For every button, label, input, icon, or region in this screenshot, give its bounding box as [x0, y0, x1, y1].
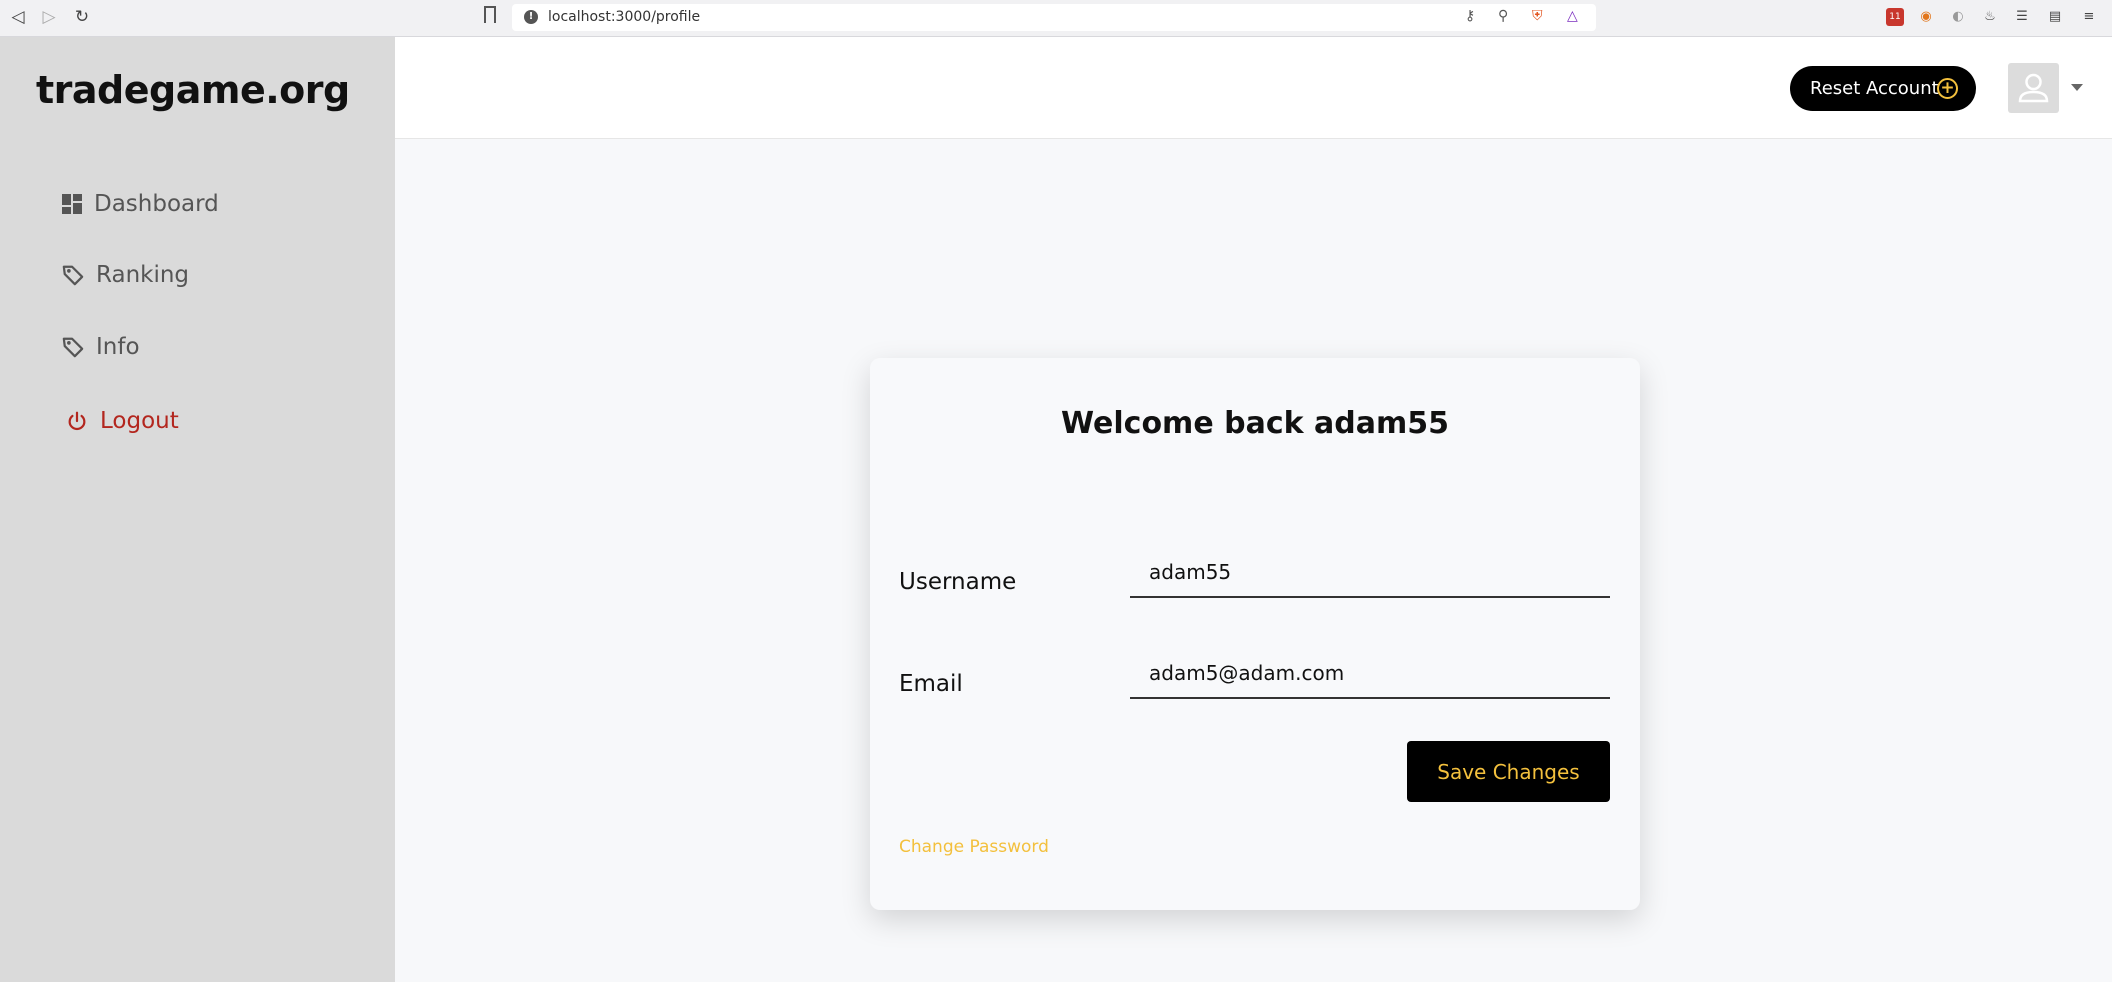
address-bar[interactable]: ! localhost:3000/profile ⚷ ⚲ ⛨ △	[512, 4, 1596, 31]
sidebar-item-label: Info	[96, 334, 140, 360]
menu-icon[interactable]: ≡	[2080, 8, 2098, 26]
user-icon	[2018, 73, 2049, 103]
browser-toolbar: ◁ ▷ ↻ ! localhost:3000/profile ⚷ ⚲ ⛨ △ 1…	[0, 0, 2112, 37]
tag-icon	[62, 265, 84, 286]
bookmark-icon[interactable]	[484, 6, 496, 23]
sidebar-item-logout[interactable]: Logout	[66, 404, 179, 438]
reset-account-button[interactable]: Reset Account +	[1790, 66, 1976, 111]
power-icon	[68, 411, 86, 431]
sidebar-item-label: Logout	[100, 408, 179, 434]
brand-logo[interactable]: tradegame.org	[36, 68, 350, 112]
brave-shield-icon[interactable]: ⛨	[1532, 8, 1543, 24]
username-label: Username	[899, 569, 1017, 595]
back-icon[interactable]: ◁	[8, 7, 28, 27]
url-text: localhost:3000/profile	[548, 9, 701, 25]
metamask-icon[interactable]: ◉	[1917, 8, 1935, 26]
email-label: Email	[899, 671, 963, 697]
forward-icon[interactable]: ▷	[39, 7, 59, 27]
brave-rewards-icon[interactable]: △	[1567, 8, 1578, 24]
playlist-icon[interactable]: ☰	[2013, 8, 2031, 26]
sidebar-item-info[interactable]: Info	[62, 330, 140, 364]
chevron-down-icon[interactable]	[2071, 84, 2083, 91]
extension-icon[interactable]: ◐	[1949, 8, 1967, 26]
site-info-icon[interactable]: !	[524, 10, 538, 24]
profile-card: Welcome back adam55 Username Email Save …	[870, 358, 1640, 910]
zoom-icon[interactable]: ⚲	[1498, 8, 1508, 24]
sidebar-item-ranking[interactable]: Ranking	[62, 258, 189, 292]
top-header: Reset Account +	[395, 37, 2112, 139]
plus-circle-icon: +	[1937, 78, 1958, 99]
reset-account-label: Reset Account	[1810, 78, 1939, 99]
sidebar-item-dashboard[interactable]: Dashboard	[62, 187, 219, 221]
save-changes-button[interactable]: Save Changes	[1407, 741, 1610, 802]
sidebar: tradegame.org Dashboard Ranking Info Log…	[0, 37, 395, 982]
tag-icon	[62, 337, 84, 358]
avatar[interactable]	[2008, 63, 2059, 113]
sidebar-item-label: Dashboard	[94, 191, 219, 217]
username-field[interactable]	[1130, 548, 1610, 598]
change-password-link[interactable]: Change Password	[899, 837, 1049, 857]
email-field[interactable]	[1130, 649, 1610, 699]
dashboard-icon	[62, 194, 82, 214]
calendar-extension-icon[interactable]: 11	[1886, 8, 1904, 26]
page-title: Welcome back adam55	[1061, 406, 1449, 441]
puzzle-icon[interactable]: ♨	[1981, 8, 1999, 26]
reload-icon[interactable]: ↻	[72, 7, 92, 27]
sidebar-item-label: Ranking	[96, 262, 190, 288]
key-icon[interactable]: ⚷	[1465, 8, 1475, 24]
wallet-icon[interactable]: ▤	[2046, 8, 2064, 26]
